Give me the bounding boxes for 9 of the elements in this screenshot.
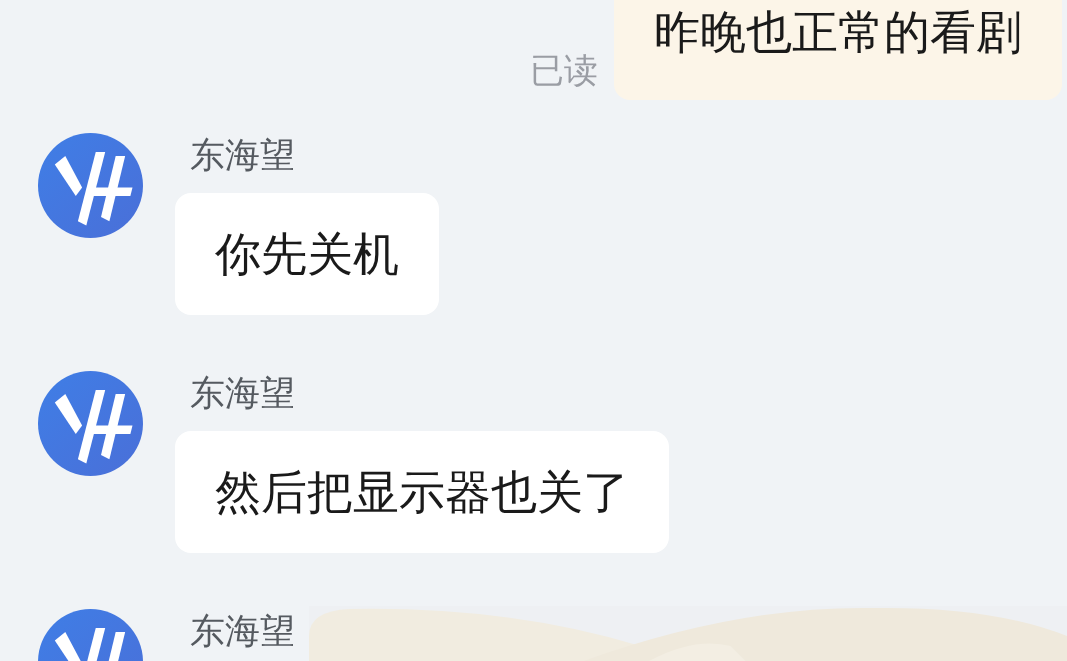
avatar-icon[interactable]	[38, 371, 143, 476]
read-status: 已读	[530, 49, 598, 92]
sender-name: 东海望	[189, 372, 296, 415]
message-bubble: 然后把显示器也关了	[175, 431, 669, 553]
message-bubble: 昨晚也正常的看剧	[614, 0, 1062, 100]
sender-name: 东海望	[189, 610, 295, 653]
avatar-icon[interactable]	[38, 133, 143, 238]
message-bubble: 你先关机	[175, 193, 439, 315]
sender-name: 东海望	[189, 134, 296, 177]
